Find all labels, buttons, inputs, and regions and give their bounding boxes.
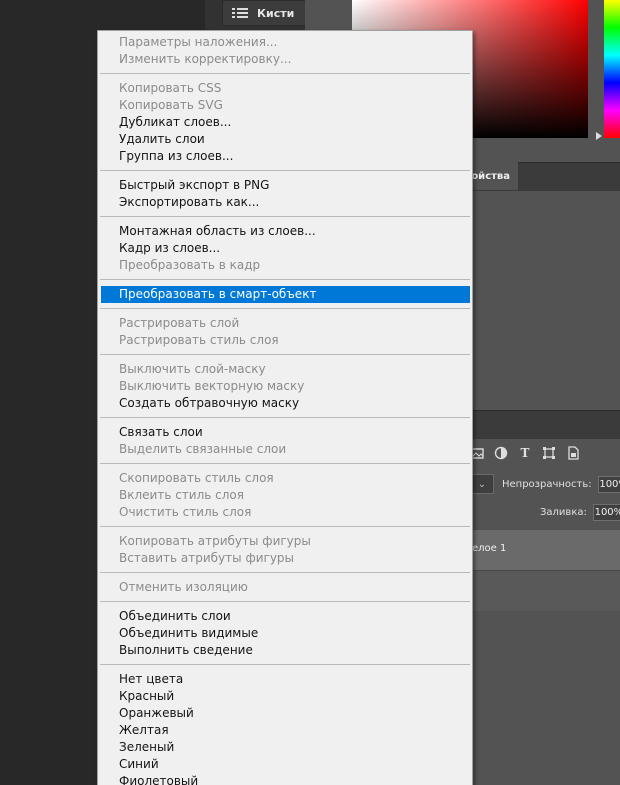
menu-item[interactable]: Синий: [98, 756, 472, 773]
type-glyph: T: [520, 446, 530, 460]
menu-separator: [100, 308, 470, 309]
blend-mode-dropdown[interactable]: ⌄: [470, 474, 494, 494]
menu-item[interactable]: Объединить слои: [98, 608, 472, 625]
menu-separator: [100, 664, 470, 665]
menu-item[interactable]: Выделить связанные слои: [98, 441, 472, 458]
hue-slider[interactable]: [604, 0, 620, 138]
menu-item[interactable]: Параметры наложения...: [98, 34, 472, 51]
menu-item[interactable]: Монтажная область из слоев...: [98, 223, 472, 240]
menu-item[interactable]: Преобразовать в смарт-объект: [101, 286, 470, 303]
chevron-down-icon: ⌄: [477, 478, 487, 490]
opacity-row: Непрозрачность: 100%: [502, 476, 620, 493]
shape-filter-icon[interactable]: [542, 446, 556, 460]
layer-filter-toolbar: T: [470, 446, 580, 460]
menu-item[interactable]: Экспортировать как...: [98, 194, 472, 211]
brush-settings-icon: [232, 8, 248, 18]
menu-item[interactable]: Выключить векторную маску: [98, 378, 472, 395]
menu-item[interactable]: Растрировать слой: [98, 315, 472, 332]
smart-object-filter-icon[interactable]: [566, 446, 580, 460]
menu-item[interactable]: Копировать SVG: [98, 97, 472, 114]
hue-slider-marker[interactable]: [596, 132, 602, 140]
menu-item[interactable]: Объединить видимые: [98, 625, 472, 642]
menu-item[interactable]: Изменить корректировку...: [98, 51, 472, 68]
menu-separator: [100, 279, 470, 280]
opacity-label: Непрозрачность:: [502, 479, 592, 490]
menu-separator: [100, 354, 470, 355]
menu-item[interactable]: Выполнить сведение: [98, 642, 472, 659]
menu-item[interactable]: Фиолетовый: [98, 773, 472, 785]
layer-context-menu: Параметры наложения... Изменить корректир…: [97, 30, 473, 785]
layer-name: елое 1: [472, 543, 507, 554]
menu-separator: [100, 601, 470, 602]
menu-item[interactable]: Кадр из слоев...: [98, 240, 472, 257]
menu-item[interactable]: Группа из слоев...: [98, 148, 472, 165]
opacity-input[interactable]: 100%: [597, 476, 620, 493]
brushes-label: Кисти: [257, 6, 295, 20]
fill-row: Заливка: 100%: [540, 504, 620, 521]
menu-separator: [100, 572, 470, 573]
layer-row[interactable]: [470, 570, 620, 611]
menu-item[interactable]: Отменить изоляцию: [98, 579, 472, 596]
menu-separator: [100, 463, 470, 464]
menu-item[interactable]: Создать обтравочную маску: [98, 395, 472, 412]
menu-item[interactable]: Связать слои: [98, 424, 472, 441]
menu-item[interactable]: Дубликат слоев...: [98, 114, 472, 131]
menu-item[interactable]: Растрировать стиль слоя: [98, 332, 472, 349]
menu-item[interactable]: Нет цвета: [98, 671, 472, 688]
fill-label: Заливка:: [540, 507, 587, 518]
menu-item[interactable]: Вставить атрибуты фигуры: [98, 550, 472, 567]
menu-separator: [100, 170, 470, 171]
menu-item[interactable]: Зеленый: [98, 739, 472, 756]
menu-item[interactable]: Выключить слой-маску: [98, 361, 472, 378]
menu-separator: [100, 526, 470, 527]
menu-item[interactable]: Красный: [98, 688, 472, 705]
menu-item[interactable]: Удалить слои: [98, 131, 472, 148]
menu-item[interactable]: Копировать атрибуты фигуры: [98, 533, 472, 550]
menu-item[interactable]: Вклеить стиль слоя: [98, 487, 472, 504]
menu-item[interactable]: Преобразовать в кадр: [98, 257, 472, 274]
menu-item[interactable]: Желтая: [98, 722, 472, 739]
menu-item[interactable]: Скопировать стиль слоя: [98, 470, 472, 487]
adjustment-filter-icon[interactable]: [494, 446, 508, 460]
menu-item[interactable]: Копировать CSS: [98, 80, 472, 97]
menu-separator: [100, 216, 470, 217]
fill-input[interactable]: 100%: [592, 504, 620, 521]
menu-item[interactable]: Быстрый экспорт в PNG: [98, 177, 472, 194]
menu-item[interactable]: Очистить стиль слоя: [98, 504, 472, 521]
photoshop-window: Кисти войства T ⌄ Непрозрачность: 100% З…: [0, 0, 620, 785]
menu-separator: [100, 73, 470, 74]
brushes-panel-button[interactable]: Кисти: [222, 0, 306, 26]
menu-item[interactable]: Оранжевый: [98, 705, 472, 722]
type-filter-icon[interactable]: T: [518, 446, 532, 460]
menu-separator: [100, 417, 470, 418]
